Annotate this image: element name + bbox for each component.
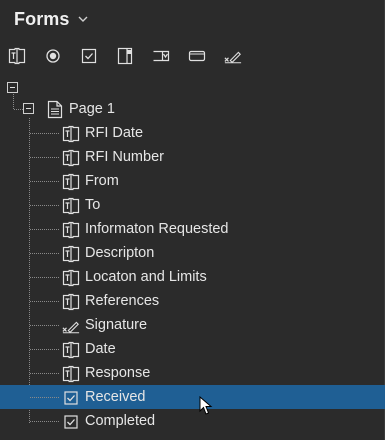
checkbox-icon bbox=[81, 48, 97, 64]
chevron-down-icon[interactable] bbox=[78, 15, 88, 23]
tree-connector bbox=[30, 277, 60, 278]
tree-connector bbox=[30, 301, 60, 302]
text-field-icon bbox=[62, 269, 80, 287]
collapse-page-toggle[interactable] bbox=[23, 103, 34, 114]
radio-button-tool[interactable] bbox=[44, 47, 62, 65]
tree-node-field[interactable]: RFI Number bbox=[0, 145, 385, 169]
field-label: Informaton Requested bbox=[85, 221, 229, 237]
tree-connector bbox=[30, 253, 60, 254]
text-field-icon bbox=[62, 365, 80, 383]
field-label: Received bbox=[85, 389, 146, 405]
text-field-icon bbox=[62, 341, 80, 359]
panel-title: Forms bbox=[14, 8, 70, 29]
tree-node-page[interactable]: Page 1 bbox=[0, 97, 385, 121]
checkbox-icon bbox=[62, 389, 80, 407]
field-label: To bbox=[85, 197, 101, 213]
field-label: RFI Number bbox=[85, 149, 164, 165]
field-label: Locaton and Limits bbox=[85, 269, 207, 285]
tree-node-field[interactable]: Response bbox=[0, 361, 385, 385]
text-field-icon bbox=[8, 47, 26, 65]
field-label: Descripton bbox=[85, 245, 155, 261]
tree-node-field[interactable]: References bbox=[0, 289, 385, 313]
tree-connector bbox=[30, 133, 60, 134]
tree-node-field[interactable]: From bbox=[0, 169, 385, 193]
tree-connector bbox=[30, 397, 60, 398]
button-tool[interactable] bbox=[188, 47, 206, 65]
tree-connector bbox=[30, 373, 60, 374]
checkbox-icon bbox=[62, 413, 80, 431]
forms-header[interactable]: Forms bbox=[14, 8, 88, 30]
field-label: Signature bbox=[85, 317, 148, 333]
field-label: Response bbox=[85, 365, 151, 381]
text-field-icon bbox=[62, 197, 80, 215]
field-label: RFI Date bbox=[85, 125, 144, 141]
button-icon bbox=[188, 50, 206, 62]
tree-connector bbox=[30, 421, 60, 422]
field-label: From bbox=[85, 173, 119, 189]
signature-icon bbox=[62, 317, 80, 335]
radio-button-icon bbox=[46, 49, 60, 63]
tree-node-field[interactable]: RFI Date bbox=[0, 121, 385, 145]
collapse-root-toggle[interactable] bbox=[7, 82, 18, 93]
tree-connector bbox=[30, 205, 60, 206]
tree-connector bbox=[30, 181, 60, 182]
text-field-tool[interactable] bbox=[8, 47, 26, 65]
tree-node-field[interactable]: Locaton and Limits bbox=[0, 265, 385, 289]
page-label: Page 1 bbox=[69, 101, 115, 117]
text-field-icon bbox=[62, 245, 80, 263]
tree-node-field[interactable]: Informaton Requested bbox=[0, 217, 385, 241]
text-field-icon bbox=[62, 149, 80, 167]
tree-node-field[interactable]: Descripton bbox=[0, 241, 385, 265]
list-box-tool[interactable] bbox=[116, 47, 134, 65]
signature-tool[interactable] bbox=[224, 47, 242, 65]
list-box-icon bbox=[117, 47, 133, 65]
mouse-pointer-icon bbox=[199, 396, 213, 415]
signature-icon bbox=[224, 51, 242, 64]
forms-panel: Forms Page 1 RFI Date RFI Number From To… bbox=[0, 0, 385, 440]
form-tools-toolbar bbox=[8, 44, 260, 68]
field-label: Date bbox=[85, 341, 116, 357]
tree-node-field[interactable]: Signature bbox=[0, 313, 385, 337]
tree-node-field[interactable]: Received bbox=[0, 385, 385, 409]
text-field-icon bbox=[62, 173, 80, 191]
text-field-icon bbox=[62, 221, 80, 239]
tree-connector bbox=[30, 229, 60, 230]
tree-node-field[interactable]: Date bbox=[0, 337, 385, 361]
field-label: Completed bbox=[85, 413, 156, 429]
field-label: References bbox=[85, 293, 160, 309]
dropdown-icon bbox=[153, 50, 170, 62]
tree-node-field[interactable]: To bbox=[0, 193, 385, 217]
page-icon bbox=[46, 100, 64, 118]
tree-connector bbox=[30, 349, 60, 350]
tree-connector bbox=[30, 157, 60, 158]
tree-connector bbox=[30, 325, 60, 326]
tree-node-field[interactable]: Completed bbox=[0, 409, 385, 433]
dropdown-tool[interactable] bbox=[152, 47, 170, 65]
text-field-icon bbox=[62, 125, 80, 143]
text-field-icon bbox=[62, 293, 80, 311]
checkbox-tool[interactable] bbox=[80, 47, 98, 65]
